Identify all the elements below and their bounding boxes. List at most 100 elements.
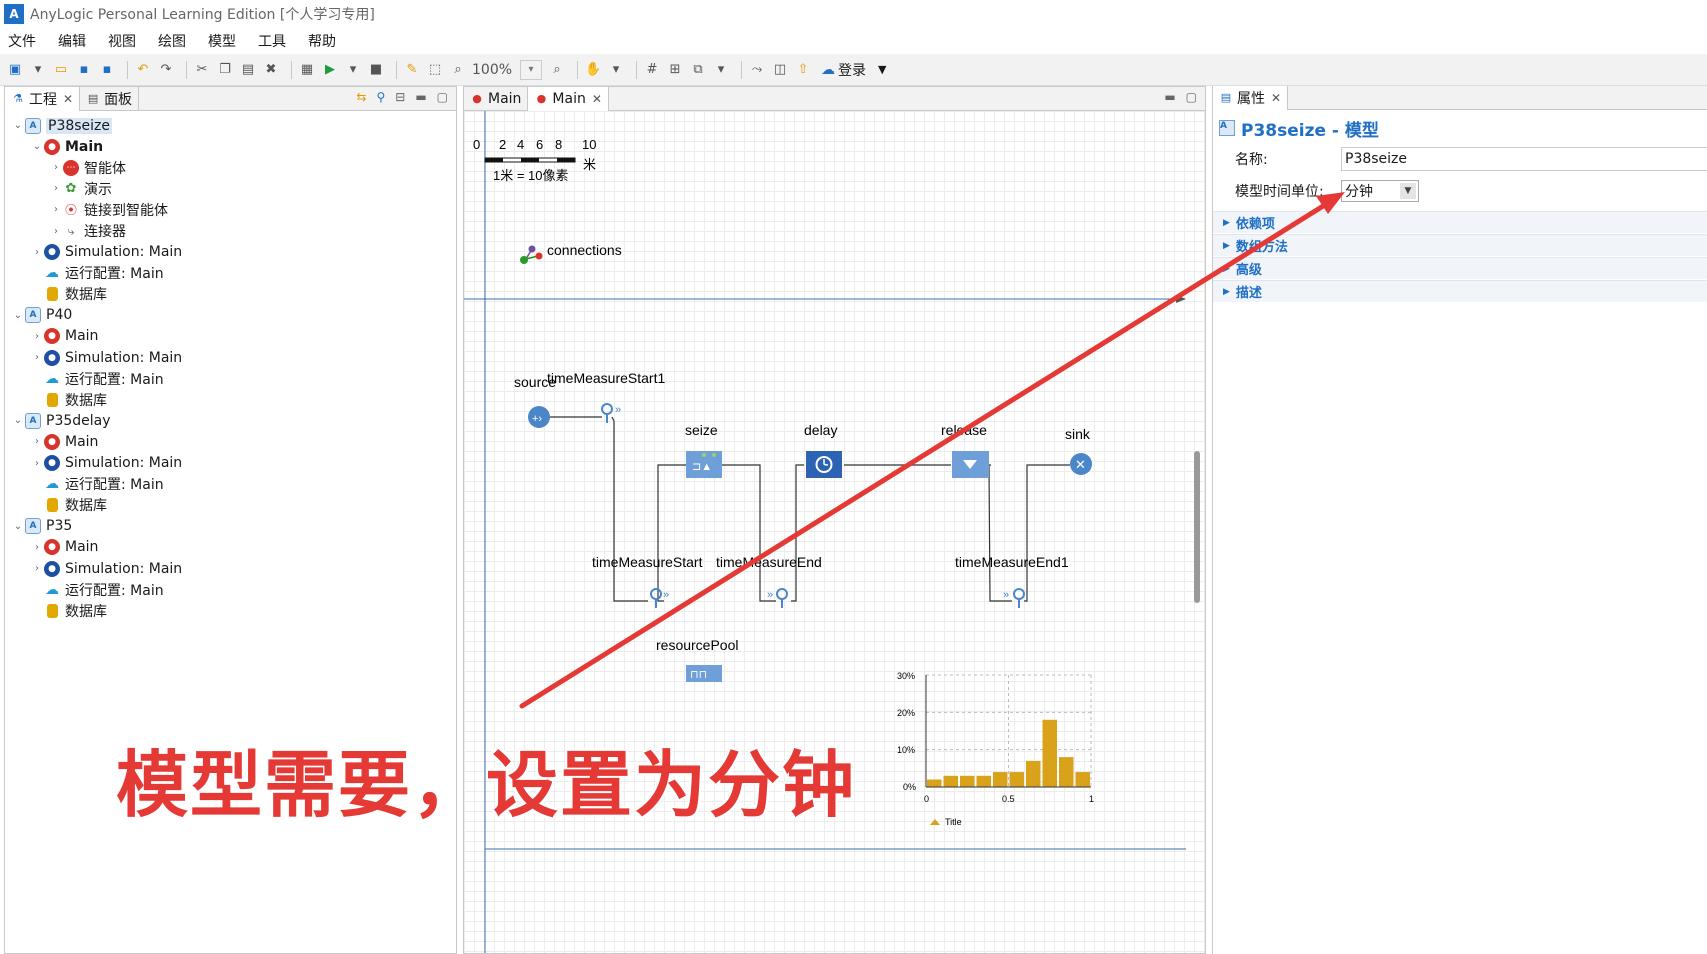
- open-icon[interactable]: ▭: [52, 61, 70, 79]
- chevron-down-icon[interactable]: ⌄: [11, 120, 25, 131]
- build-icon[interactable]: ▦: [298, 61, 316, 79]
- maximize-icon[interactable]: ▢: [1186, 90, 1197, 104]
- copy-icon[interactable]: ❐: [216, 61, 234, 79]
- layers-icon[interactable]: ◫: [771, 61, 789, 79]
- chevron-down-icon[interactable]: ⌄: [11, 310, 25, 321]
- redo-icon[interactable]: ↷: [157, 61, 175, 79]
- zoom-in-icon[interactable]: ⌕: [548, 61, 566, 79]
- tree-item[interactable]: ☁ 运行配置: Main: [5, 474, 456, 495]
- tab-properties[interactable]: ▤ 属性 ✕: [1213, 85, 1289, 110]
- histogram-chart[interactable]: 30% 20% 10% 0% 0 0.5 1 Title: [897, 671, 1094, 827]
- chevron-right-icon[interactable]: ›: [30, 542, 44, 553]
- tree-item[interactable]: › ✿ 演示: [5, 178, 456, 199]
- pan-dropdown-icon[interactable]: ▾: [607, 61, 625, 79]
- filter-icon[interactable]: ⚲: [376, 90, 385, 104]
- tree-item[interactable]: › ⦿ 链接到智能体: [5, 199, 456, 220]
- cut-icon[interactable]: ✂: [193, 61, 211, 79]
- tree-item[interactable]: ⌄ A P38seize: [5, 115, 456, 136]
- pan-hand-icon[interactable]: ✋: [584, 61, 602, 79]
- scale-ruler[interactable]: 0 2 4 6 8 10 米 1米 = 10像素: [473, 137, 596, 183]
- time-measure-start1-block[interactable]: » timeMeasureStart1: [547, 370, 665, 423]
- tab-main-1[interactable]: ● Main: [464, 87, 529, 111]
- collapse-all-icon[interactable]: ⊟: [395, 90, 405, 104]
- tree-item[interactable]: 数据库: [5, 600, 456, 621]
- run-icon[interactable]: ▶: [321, 61, 339, 79]
- maximize-icon[interactable]: ▢: [437, 90, 448, 104]
- section-array-methods[interactable]: ▶ 数组方法: [1213, 234, 1707, 256]
- tree-item[interactable]: 数据库: [5, 495, 456, 516]
- paste-icon[interactable]: ▤: [239, 61, 257, 79]
- section-description[interactable]: ▶ 描述: [1213, 280, 1707, 302]
- chevron-down-icon[interactable]: ⌄: [30, 141, 44, 152]
- tree-item[interactable]: ⌄ A P35delay: [5, 410, 456, 431]
- zoom-fit-icon[interactable]: ⬚: [426, 61, 444, 79]
- save-all-icon[interactable]: ▪: [98, 61, 116, 79]
- upload-icon[interactable]: ⇧: [794, 61, 812, 79]
- arrange-dropdown-icon[interactable]: ▾: [712, 61, 730, 79]
- zoom-dropdown-icon[interactable]: ▾: [520, 59, 543, 80]
- delay-block[interactable]: delay: [804, 422, 842, 478]
- section-advanced[interactable]: ▶ 高级: [1213, 257, 1707, 279]
- menu-edit[interactable]: 编辑: [58, 31, 86, 51]
- seize-block[interactable]: ⊐▲ seize: [685, 422, 722, 478]
- connector-tool-icon[interactable]: ⤳: [748, 61, 766, 79]
- tree-item[interactable]: › ⤷ 连接器: [5, 220, 456, 241]
- menu-file[interactable]: 文件: [8, 31, 36, 51]
- minimize-icon[interactable]: ▬: [415, 90, 426, 104]
- arrange-icon[interactable]: ⧉: [689, 61, 707, 79]
- tree-item[interactable]: › ● Simulation: Main: [5, 242, 456, 263]
- chevron-down-icon[interactable]: ⌄: [11, 415, 25, 426]
- minimize-icon[interactable]: ▬: [1164, 90, 1175, 104]
- chevron-right-icon[interactable]: ›: [30, 458, 44, 469]
- tree-item[interactable]: ⌄ A P35: [5, 516, 456, 537]
- tree-item[interactable]: ☁ 运行配置: Main: [5, 579, 456, 600]
- new-icon[interactable]: ▣: [6, 61, 24, 79]
- tree-item[interactable]: › ● Main: [5, 431, 456, 452]
- time-measure-end-block[interactable]: » timeMeasureEnd: [716, 554, 822, 608]
- zoom-level[interactable]: 100%: [472, 62, 512, 78]
- chevron-down-icon[interactable]: ⌄: [11, 521, 25, 532]
- menu-model[interactable]: 模型: [208, 31, 236, 51]
- align-icon[interactable]: ⊞: [666, 61, 684, 79]
- tree-item[interactable]: 数据库: [5, 284, 456, 305]
- link-editor-icon[interactable]: ⇆: [356, 90, 366, 104]
- chevron-right-icon[interactable]: ›: [30, 563, 44, 574]
- tree-item[interactable]: › ● Simulation: Main: [5, 558, 456, 579]
- menu-help[interactable]: 帮助: [308, 31, 336, 51]
- tree-item[interactable]: ☁ 运行配置: Main: [5, 263, 456, 284]
- tree-item[interactable]: ⌄ ● Main: [5, 136, 456, 157]
- zoom-out-icon[interactable]: ⌕: [449, 61, 467, 79]
- tree-item[interactable]: › ● Simulation: Main: [5, 453, 456, 474]
- close-icon[interactable]: ✕: [592, 92, 602, 106]
- tree-item[interactable]: ☁ 运行配置: Main: [5, 368, 456, 389]
- tree-item[interactable]: ⌄ A P40: [5, 305, 456, 326]
- chevron-right-icon[interactable]: ›: [30, 331, 44, 342]
- tab-palette[interactable]: ▤ 面板: [80, 86, 140, 111]
- stop-icon[interactable]: ■: [367, 61, 385, 79]
- pencil-icon[interactable]: ✎: [403, 61, 421, 79]
- tree-item[interactable]: › ⋯ 智能体: [5, 157, 456, 178]
- login-dropdown-icon[interactable]: ▼: [878, 63, 886, 76]
- login-button[interactable]: ☁ 登录 ▼: [821, 60, 886, 80]
- new-dropdown-icon[interactable]: ▾: [29, 61, 47, 79]
- time-measure-start-block[interactable]: » timeMeasureStart: [592, 554, 703, 608]
- close-icon[interactable]: ✕: [63, 92, 73, 106]
- delete-icon[interactable]: ✖: [262, 61, 280, 79]
- chevron-right-icon[interactable]: ›: [49, 183, 63, 194]
- name-input[interactable]: P38seize: [1341, 147, 1707, 171]
- tab-main-2[interactable]: ● Main ✕: [528, 87, 609, 111]
- tree-item[interactable]: › ● Main: [5, 326, 456, 347]
- time-unit-select[interactable]: 分钟 ▼: [1341, 180, 1419, 202]
- run-dropdown-icon[interactable]: ▾: [344, 61, 362, 79]
- chevron-right-icon[interactable]: ›: [49, 162, 63, 173]
- menu-view[interactable]: 视图: [108, 31, 136, 51]
- chevron-right-icon[interactable]: ›: [49, 226, 63, 237]
- close-icon[interactable]: ✕: [1271, 91, 1281, 105]
- tab-project[interactable]: ⚗ 工程 ✕: [5, 86, 81, 111]
- time-measure-end1-block[interactable]: » timeMeasureEnd1: [955, 554, 1069, 608]
- tree-item[interactable]: 数据库: [5, 389, 456, 410]
- tree-item[interactable]: › ● Simulation: Main: [5, 347, 456, 368]
- menu-draw[interactable]: 绘图: [158, 31, 186, 51]
- tree-item[interactable]: › ● Main: [5, 537, 456, 558]
- sink-block[interactable]: ✕ sink: [1065, 426, 1092, 475]
